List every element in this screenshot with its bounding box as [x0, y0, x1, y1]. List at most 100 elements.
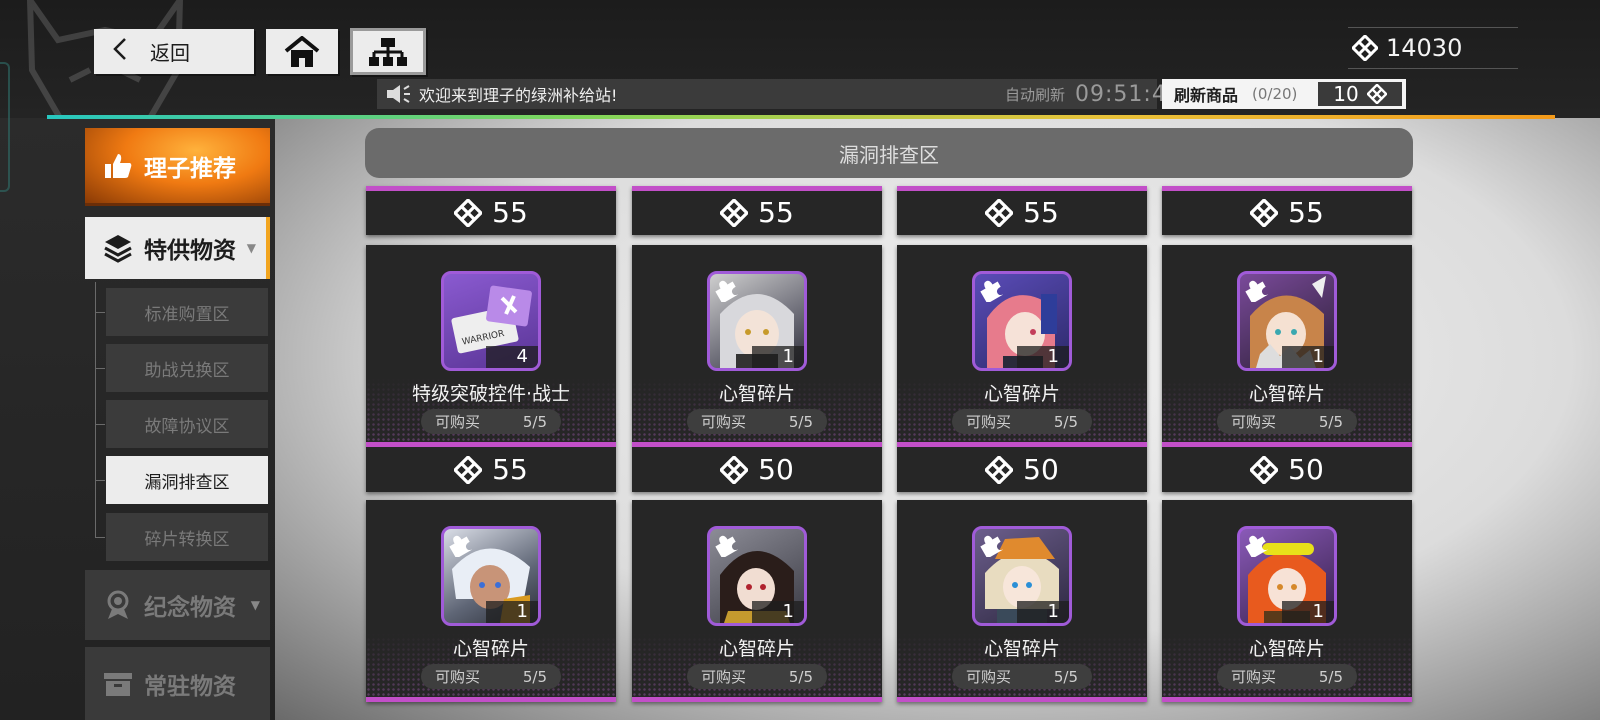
item-thumbnail: 1 [972, 271, 1072, 371]
puzzle-piece-icon [980, 535, 1003, 557]
submenu-tick [95, 424, 105, 425]
divider-line [47, 115, 1555, 119]
item-display: 1 心智碎片 可购买 5/5 [897, 245, 1147, 447]
shop-item-card[interactable]: 1 心智碎片 可购买 5/5 50 [632, 245, 882, 492]
shop-item-card[interactable]: 1 心智碎片 可购买 5/5 [366, 500, 616, 702]
home-button[interactable] [266, 29, 338, 74]
submenu-fault[interactable]: 故障协议区 [106, 400, 268, 448]
price-value: 55 [1023, 196, 1059, 229]
menu-recommend-label: 理子推荐 [144, 155, 236, 182]
limit-label: 可购买 [435, 668, 481, 686]
diamond-currency-icon [454, 198, 483, 227]
item-name: 心智碎片 [983, 383, 1060, 405]
item-display: 1 心智碎片 可购买 5/5 [632, 245, 882, 447]
chevron-left-icon [112, 37, 140, 66]
menu-permanent-label: 常驻物资 [144, 673, 236, 700]
price-tag: 50 [897, 447, 1147, 492]
shop-item-card[interactable]: 1 心智碎片 可购买 5/5 [1162, 500, 1412, 702]
puzzle-piece-icon [1245, 535, 1268, 557]
purchase-limit: 可购买 5/5 [687, 409, 827, 434]
back-button[interactable]: 返回 [94, 29, 254, 74]
item-quantity: 1 [1282, 346, 1334, 368]
limit-value: 5/5 [522, 412, 547, 431]
item-display: 1 心智碎片 可购买 5/5 [632, 500, 882, 702]
price-tag: 50 [632, 447, 882, 492]
item-thumbnail: WARRIOR 4 [441, 271, 541, 371]
submenu-tick [95, 368, 105, 369]
shop-item-card[interactable]: 1 心智碎片 可购买 5/5 50 [897, 245, 1147, 492]
item-display: 1 心智碎片 可购买 5/5 [897, 500, 1147, 702]
menu-special-supplies[interactable]: 特供物资 ▼ [85, 217, 270, 279]
puzzle-piece-icon [715, 535, 738, 557]
item-quantity: 1 [752, 601, 804, 623]
submenu-fragment[interactable]: 碎片转换区 [106, 513, 268, 561]
section-title: 漏洞排查区 [365, 128, 1413, 178]
limit-label: 可购买 [701, 668, 747, 686]
diamond-currency-icon [1352, 35, 1378, 61]
price-tag: 50 [1162, 447, 1412, 492]
item-quantity: 1 [1282, 601, 1334, 623]
item-thumbnail: 1 [707, 526, 807, 626]
item-display: 1 心智碎片 可购买 5/5 [1162, 245, 1412, 447]
submenu-connector [95, 282, 96, 538]
item-name: 心智碎片 [718, 638, 795, 660]
announcement-bar: 欢迎来到理子的绿洲补给站! 自动刷新 09:51:44 [377, 79, 1181, 109]
shop-item-card[interactable]: 1 心智碎片 可购买 5/5 [897, 500, 1147, 702]
menu-permanent-supplies[interactable]: 常驻物资 [85, 647, 270, 720]
menu-memorial-supplies[interactable]: 纪念物资 ▼ [85, 570, 270, 640]
limit-value: 5/5 [1053, 412, 1078, 431]
diamond-currency-icon [985, 455, 1014, 484]
item-thumbnail: 1 [707, 271, 807, 371]
item-name: 心智碎片 [1248, 638, 1325, 660]
thumbs-up-icon [102, 153, 134, 179]
partial-card[interactable]: 55 [632, 186, 882, 235]
limit-label: 可购买 [701, 413, 747, 431]
menu-recommend[interactable]: 理子推荐 [85, 128, 270, 206]
puzzle-piece-icon [980, 280, 1003, 302]
caret-down-icon: ▼ [246, 241, 256, 255]
item-thumbnail: 1 [1237, 526, 1337, 626]
item-thumbnail: 1 [1237, 271, 1337, 371]
auto-refresh-label: 自动刷新 [1005, 85, 1066, 104]
limit-value: 5/5 [522, 667, 547, 686]
price-tag: 55 [897, 190, 1147, 235]
sitemap-icon [369, 37, 407, 66]
shop-item-card[interactable]: 1 心智碎片 可购买 5/5 [632, 500, 882, 702]
submenu-loophole[interactable]: 漏洞排查区 [106, 456, 268, 504]
map-button[interactable] [350, 28, 426, 75]
price-value: 55 [1288, 196, 1324, 229]
limit-value: 5/5 [788, 667, 813, 686]
item-display: 1 心智碎片 可购买 5/5 [366, 500, 616, 702]
diamond-currency-icon [1250, 455, 1279, 484]
partial-card[interactable]: 55 [366, 186, 616, 235]
puzzle-piece-icon [449, 535, 472, 557]
menu-memorial-label: 纪念物资 [144, 595, 236, 621]
submenu-standard[interactable]: 标准购置区 [106, 288, 268, 336]
price-value: 55 [492, 453, 528, 486]
submenu-assist[interactable]: 助战兑换区 [106, 344, 268, 392]
limit-value: 5/5 [1053, 667, 1078, 686]
price-value: 55 [492, 196, 528, 229]
partial-card[interactable]: 55 [1162, 186, 1412, 235]
shop-item-card[interactable]: WARRIOR 4 特级突破控件·战士 可购买 5/5 55 [366, 245, 616, 492]
diamond-currency-icon [1250, 198, 1279, 227]
caret-down-icon: ▼ [250, 598, 260, 612]
back-label: 返回 [150, 41, 190, 65]
box-icon [102, 671, 134, 697]
currency-display: 14030 [1348, 27, 1518, 69]
shop-item-card[interactable]: 1 心智碎片 可购买 5/5 50 [1162, 245, 1412, 492]
rarity-band [1162, 697, 1412, 702]
refresh-goods-button[interactable]: 刷新商品 (0/20) 10 [1162, 79, 1406, 109]
price-tag: 55 [632, 190, 882, 235]
price-value: 50 [1023, 453, 1059, 486]
item-name: 心智碎片 [1248, 383, 1325, 405]
speaker-icon [387, 85, 410, 103]
purchase-limit: 可购买 5/5 [1217, 409, 1357, 434]
partial-card[interactable]: 55 [897, 186, 1147, 235]
limit-label: 可购买 [1231, 413, 1277, 431]
price-tag: 55 [1162, 190, 1412, 235]
limit-value: 5/5 [1318, 667, 1343, 686]
puzzle-piece-icon [1245, 280, 1268, 302]
announcement-text: 欢迎来到理子的绿洲补给站! [419, 86, 618, 105]
item-name: 心智碎片 [718, 383, 795, 405]
